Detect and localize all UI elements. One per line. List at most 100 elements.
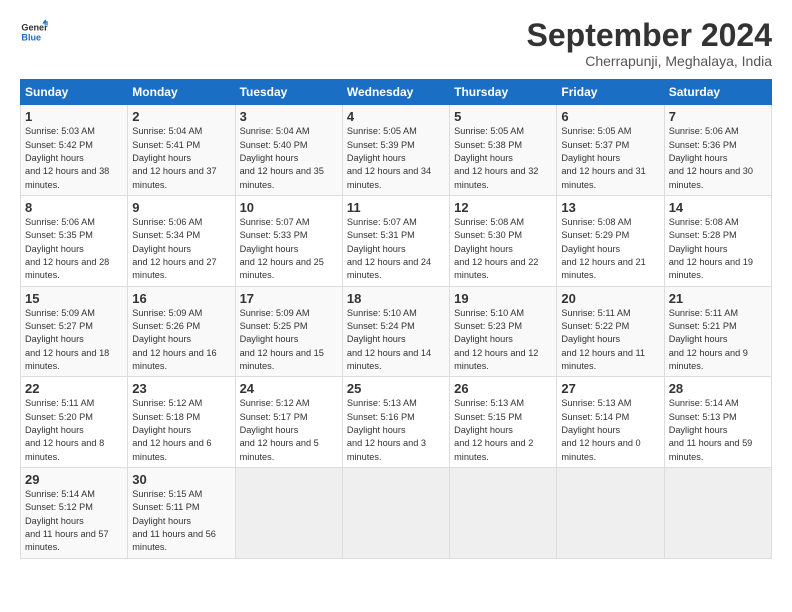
col-monday: Monday [128,80,235,105]
day-info: Sunrise: 5:07 AMSunset: 5:31 PMDaylight … [347,217,431,280]
day-info: Sunrise: 5:11 AMSunset: 5:21 PMDaylight … [669,308,748,371]
day-number: 30 [132,472,230,487]
day-number: 18 [347,291,445,306]
table-cell [557,468,664,559]
svg-text:Blue: Blue [21,32,41,42]
table-row: 8 Sunrise: 5:06 AMSunset: 5:35 PMDayligh… [21,195,772,286]
table-cell [342,468,449,559]
table-cell [450,468,557,559]
day-number: 1 [25,109,123,124]
table-cell: 23 Sunrise: 5:12 AMSunset: 5:18 PMDaylig… [128,377,235,468]
day-number: 6 [561,109,659,124]
col-thursday: Thursday [450,80,557,105]
day-info: Sunrise: 5:08 AMSunset: 5:29 PMDaylight … [561,217,645,280]
day-number: 19 [454,291,552,306]
col-friday: Friday [557,80,664,105]
table-cell: 3 Sunrise: 5:04 AMSunset: 5:40 PMDayligh… [235,105,342,196]
table-cell: 27 Sunrise: 5:13 AMSunset: 5:14 PMDaylig… [557,377,664,468]
day-number: 27 [561,381,659,396]
table-cell: 14 Sunrise: 5:08 AMSunset: 5:28 PMDaylig… [664,195,771,286]
day-number: 13 [561,200,659,215]
subtitle: Cherrapunji, Meghalaya, India [527,53,772,69]
day-info: Sunrise: 5:10 AMSunset: 5:23 PMDaylight … [454,308,538,371]
day-number: 15 [25,291,123,306]
title-block: September 2024 Cherrapunji, Meghalaya, I… [527,18,772,69]
table-cell: 22 Sunrise: 5:11 AMSunset: 5:20 PMDaylig… [21,377,128,468]
table-cell: 28 Sunrise: 5:14 AMSunset: 5:13 PMDaylig… [664,377,771,468]
table-cell: 6 Sunrise: 5:05 AMSunset: 5:37 PMDayligh… [557,105,664,196]
table-cell: 7 Sunrise: 5:06 AMSunset: 5:36 PMDayligh… [664,105,771,196]
day-info: Sunrise: 5:09 AMSunset: 5:26 PMDaylight … [132,308,216,371]
day-number: 16 [132,291,230,306]
day-info: Sunrise: 5:09 AMSunset: 5:27 PMDaylight … [25,308,109,371]
table-cell: 18 Sunrise: 5:10 AMSunset: 5:24 PMDaylig… [342,286,449,377]
table-cell: 24 Sunrise: 5:12 AMSunset: 5:17 PMDaylig… [235,377,342,468]
day-number: 20 [561,291,659,306]
table-cell: 4 Sunrise: 5:05 AMSunset: 5:39 PMDayligh… [342,105,449,196]
header: General Blue September 2024 Cherrapunji,… [20,18,772,69]
header-row: Sunday Monday Tuesday Wednesday Thursday… [21,80,772,105]
day-info: Sunrise: 5:12 AMSunset: 5:18 PMDaylight … [132,398,211,461]
svg-text:General: General [21,23,48,33]
day-number: 3 [240,109,338,124]
day-info: Sunrise: 5:06 AMSunset: 5:36 PMDaylight … [669,126,753,189]
day-number: 5 [454,109,552,124]
table-cell: 19 Sunrise: 5:10 AMSunset: 5:23 PMDaylig… [450,286,557,377]
page: General Blue September 2024 Cherrapunji,… [0,0,792,612]
table-row: 29 Sunrise: 5:14 AMSunset: 5:12 PMDaylig… [21,468,772,559]
day-info: Sunrise: 5:11 AMSunset: 5:20 PMDaylight … [25,398,104,461]
col-saturday: Saturday [664,80,771,105]
logo: General Blue [20,18,48,46]
table-row: 22 Sunrise: 5:11 AMSunset: 5:20 PMDaylig… [21,377,772,468]
day-number: 11 [347,200,445,215]
day-info: Sunrise: 5:07 AMSunset: 5:33 PMDaylight … [240,217,324,280]
day-number: 2 [132,109,230,124]
table-cell: 1 Sunrise: 5:03 AMSunset: 5:42 PMDayligh… [21,105,128,196]
day-number: 8 [25,200,123,215]
day-info: Sunrise: 5:05 AMSunset: 5:38 PMDaylight … [454,126,538,189]
day-info: Sunrise: 5:06 AMSunset: 5:35 PMDaylight … [25,217,109,280]
table-cell: 17 Sunrise: 5:09 AMSunset: 5:25 PMDaylig… [235,286,342,377]
day-info: Sunrise: 5:08 AMSunset: 5:28 PMDaylight … [669,217,753,280]
day-number: 14 [669,200,767,215]
table-cell: 13 Sunrise: 5:08 AMSunset: 5:29 PMDaylig… [557,195,664,286]
day-info: Sunrise: 5:13 AMSunset: 5:15 PMDaylight … [454,398,533,461]
day-info: Sunrise: 5:14 AMSunset: 5:13 PMDaylight … [669,398,753,461]
table-cell: 26 Sunrise: 5:13 AMSunset: 5:15 PMDaylig… [450,377,557,468]
day-number: 21 [669,291,767,306]
table-cell: 9 Sunrise: 5:06 AMSunset: 5:34 PMDayligh… [128,195,235,286]
day-number: 26 [454,381,552,396]
day-number: 4 [347,109,445,124]
col-sunday: Sunday [21,80,128,105]
table-cell: 8 Sunrise: 5:06 AMSunset: 5:35 PMDayligh… [21,195,128,286]
table-cell: 2 Sunrise: 5:04 AMSunset: 5:41 PMDayligh… [128,105,235,196]
table-cell: 29 Sunrise: 5:14 AMSunset: 5:12 PMDaylig… [21,468,128,559]
month-title: September 2024 [527,18,772,53]
day-info: Sunrise: 5:03 AMSunset: 5:42 PMDaylight … [25,126,109,189]
table-cell: 12 Sunrise: 5:08 AMSunset: 5:30 PMDaylig… [450,195,557,286]
day-info: Sunrise: 5:04 AMSunset: 5:40 PMDaylight … [240,126,324,189]
table-cell: 20 Sunrise: 5:11 AMSunset: 5:22 PMDaylig… [557,286,664,377]
day-number: 23 [132,381,230,396]
table-cell [235,468,342,559]
day-info: Sunrise: 5:10 AMSunset: 5:24 PMDaylight … [347,308,431,371]
day-info: Sunrise: 5:09 AMSunset: 5:25 PMDaylight … [240,308,324,371]
day-info: Sunrise: 5:12 AMSunset: 5:17 PMDaylight … [240,398,319,461]
day-number: 10 [240,200,338,215]
day-info: Sunrise: 5:11 AMSunset: 5:22 PMDaylight … [561,308,645,371]
col-tuesday: Tuesday [235,80,342,105]
logo-icon: General Blue [20,18,48,46]
day-number: 28 [669,381,767,396]
day-info: Sunrise: 5:14 AMSunset: 5:12 PMDaylight … [25,489,109,552]
day-number: 12 [454,200,552,215]
day-info: Sunrise: 5:15 AMSunset: 5:11 PMDaylight … [132,489,216,552]
table-cell [664,468,771,559]
col-wednesday: Wednesday [342,80,449,105]
day-info: Sunrise: 5:13 AMSunset: 5:16 PMDaylight … [347,398,426,461]
day-info: Sunrise: 5:05 AMSunset: 5:37 PMDaylight … [561,126,645,189]
day-info: Sunrise: 5:06 AMSunset: 5:34 PMDaylight … [132,217,216,280]
table-cell: 30 Sunrise: 5:15 AMSunset: 5:11 PMDaylig… [128,468,235,559]
day-info: Sunrise: 5:08 AMSunset: 5:30 PMDaylight … [454,217,538,280]
day-info: Sunrise: 5:04 AMSunset: 5:41 PMDaylight … [132,126,216,189]
calendar-table: Sunday Monday Tuesday Wednesday Thursday… [20,79,772,559]
